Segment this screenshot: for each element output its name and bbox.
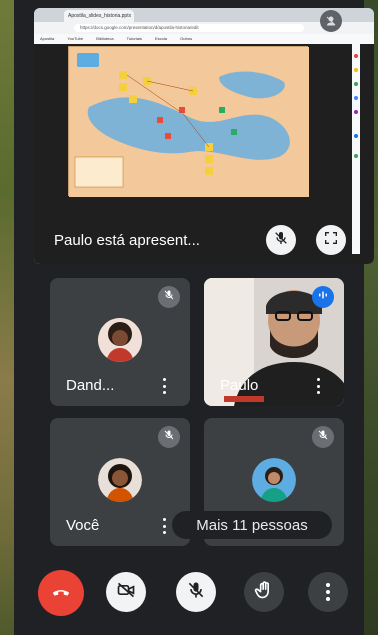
presenter-avatar-icon (320, 10, 342, 32)
participant-tile-paulo[interactable]: Paulo (204, 278, 344, 406)
bookmark-item: Escola (155, 36, 168, 41)
avatar (98, 458, 142, 502)
bookmark-item: YouTube (67, 36, 84, 41)
call-controls-bar (14, 560, 364, 620)
mic-off-icon (186, 580, 206, 605)
mediterranean-map-graphic (69, 47, 309, 197)
bookmark-item: Tutoriais (126, 36, 142, 41)
raise-hand-button[interactable] (244, 572, 284, 612)
slide-map (68, 46, 309, 197)
participant-muted-badge (158, 286, 180, 308)
fullscreen-button[interactable] (316, 225, 346, 255)
participant-muted-badge (312, 426, 334, 448)
participant-options-button[interactable] (162, 378, 166, 394)
background-edge-left (0, 0, 14, 635)
avatar (98, 318, 142, 362)
speaking-indicator-badge (312, 286, 334, 308)
more-options-button[interactable] (308, 572, 348, 612)
phone-hangup-icon (50, 580, 72, 607)
participant-options-button[interactable] (162, 518, 166, 534)
bookmark-item: Outros (180, 36, 193, 41)
more-participants-pill[interactable]: Mais 11 pessoas (172, 511, 332, 539)
shared-browser-window: Apostila_slides_historia.pptx https://do… (34, 8, 374, 264)
fullscreen-icon (323, 230, 339, 251)
audio-level-icon (317, 288, 329, 306)
camera-off-icon (116, 580, 136, 605)
bookmark-item: Biblioteca (96, 36, 114, 41)
participant-options-button[interactable] (316, 378, 320, 394)
participant-name: Paulo (220, 377, 259, 394)
bookmark-item: Apostila (40, 36, 55, 41)
participant-name: Você (66, 517, 100, 534)
participant-name: Dand... (66, 377, 115, 394)
presentation-tile[interactable]: Apostila_slides_historia.pptx https://do… (34, 8, 374, 264)
app-frame: Apostila_slides_historia.pptx https://do… (0, 0, 378, 635)
hand-icon (254, 580, 274, 605)
avatar (252, 458, 296, 502)
meeting-screen: Apostila_slides_historia.pptx https://do… (14, 0, 374, 635)
browser-side-panel (352, 44, 360, 254)
mic-toggle-button[interactable] (176, 572, 216, 612)
mic-off-icon (317, 428, 329, 446)
camera-toggle-button[interactable] (106, 572, 146, 612)
end-call-button[interactable] (38, 570, 84, 616)
mic-off-icon (163, 428, 175, 446)
participant-muted-badge (158, 426, 180, 448)
participant-tile-self[interactable]: Você (50, 418, 190, 546)
mic-off-icon (163, 288, 175, 306)
browser-bookmarks-bar: Apostila YouTube Biblioteca Tutoriais Es… (34, 34, 374, 44)
more-vert-icon (326, 583, 330, 601)
participant-tile-dandara[interactable]: Dand... (50, 278, 190, 406)
browser-url: https://docs.google.com/presentation/d/a… (74, 24, 304, 32)
browser-tab: Apostila_slides_historia.pptx (64, 10, 134, 22)
presentation-mic-off-button[interactable] (266, 225, 296, 255)
presenter-status-label: Paulo está apresent... (54, 232, 200, 249)
mic-off-icon (273, 230, 289, 251)
